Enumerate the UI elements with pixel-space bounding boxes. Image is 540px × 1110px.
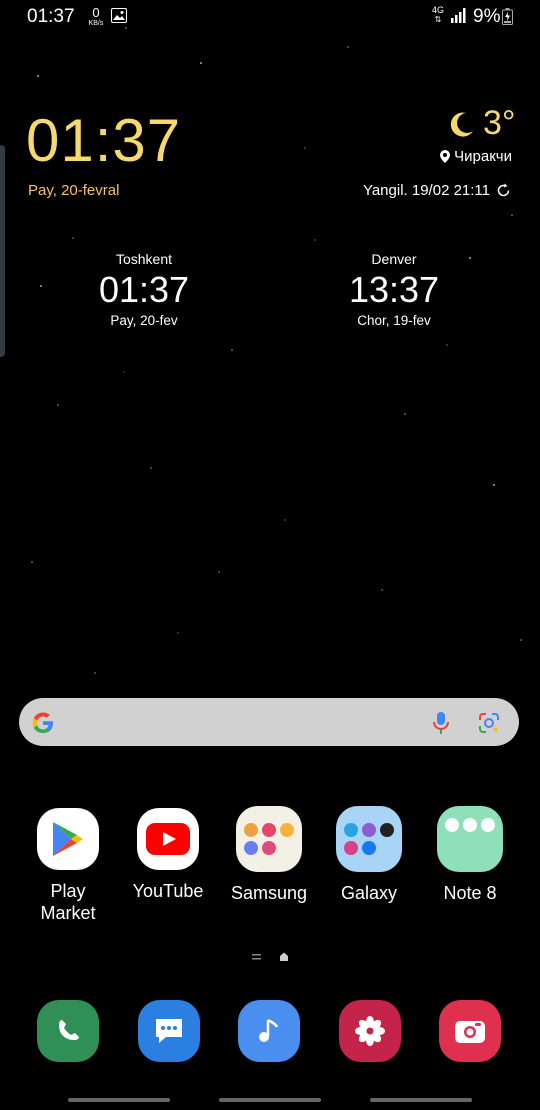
music-app[interactable] [238, 1000, 300, 1062]
google-lens-icon[interactable] [478, 712, 500, 739]
app-label: Galaxy [340, 883, 398, 903]
battery-percent: 9% [473, 6, 501, 27]
folder-note-8[interactable]: Note 8 [424, 806, 516, 904]
world-clock-date: Pay, 20-fev [110, 313, 178, 328]
edge-panel-handle[interactable] [0, 145, 5, 357]
microphone-icon[interactable] [431, 711, 451, 740]
app-label: Play Market [40, 881, 96, 923]
refresh-icon[interactable] [496, 183, 511, 198]
samsung-folder-icon [236, 806, 302, 872]
widget-clock-date: Pay, 20-fevral [28, 182, 120, 199]
galaxy-folder-icon [336, 806, 402, 872]
network-speed: 0 KB/s [88, 6, 104, 28]
music-icon [259, 1018, 279, 1042]
signal-icon [451, 8, 467, 28]
location-pin-icon [440, 150, 451, 163]
network-speed-unit: KB/s [88, 20, 104, 27]
play-store-icon [37, 808, 99, 870]
folder-samsung[interactable]: Samsung [223, 806, 315, 904]
network-type-label: 4G [432, 5, 445, 15]
page-indicator[interactable] [252, 950, 290, 968]
world-clock-2[interactable]: Denver 13:37 Chor, 19-fev [294, 251, 494, 328]
camera-icon [455, 1021, 485, 1043]
youtube-icon [137, 808, 199, 870]
nav-recents[interactable] [68, 1098, 170, 1102]
battery-icon [502, 8, 513, 30]
messages-app[interactable] [138, 1000, 200, 1062]
phone-app[interactable] [37, 1000, 99, 1062]
nav-back[interactable] [370, 1098, 472, 1102]
location-label: Чиракчи [454, 148, 512, 165]
camera-app[interactable] [439, 1000, 501, 1062]
world-clock-time: 01:37 [98, 269, 190, 310]
updated-label: Yangil. 19/02 21:11 [362, 182, 490, 199]
folder-galaxy[interactable]: Galaxy [323, 806, 415, 904]
nav-home[interactable] [219, 1098, 321, 1102]
network-type: 4G ⇅ [432, 5, 445, 25]
moon-weather-icon [446, 110, 476, 145]
weather-location: Чиракчи [440, 148, 512, 165]
app-label: Samsung [230, 883, 308, 903]
network-speed-value: 0 [92, 5, 100, 20]
weather-temperature[interactable]: 3° [483, 104, 516, 143]
gallery-flower-icon [355, 1016, 385, 1046]
app-label: Note 8 [443, 883, 497, 903]
weather-updated: Yangil. 19/02 21:11 [363, 182, 511, 199]
widget-clock-time[interactable]: 01:37 [26, 106, 181, 175]
image-notification-icon [111, 8, 127, 28]
gallery-app[interactable] [339, 1000, 401, 1062]
note8-folder-icon [437, 806, 503, 872]
world-clock-1[interactable]: Toshkent 01:37 Pay, 20-fev [44, 251, 244, 328]
world-clock-time: 13:37 [348, 269, 440, 310]
app-youtube[interactable]: YouTube [122, 808, 214, 902]
world-clock-date: Chor, 19-fev [357, 313, 431, 328]
status-time: 01:37 [27, 6, 75, 27]
world-clock-city: Denver [371, 251, 417, 267]
google-logo-icon [32, 712, 54, 739]
world-clock-city: Toshkent [115, 251, 173, 267]
messages-icon [156, 1019, 182, 1043]
phone-icon [59, 1020, 79, 1040]
app-play-market[interactable]: Play Market [22, 808, 114, 924]
app-label: YouTube [132, 881, 204, 901]
